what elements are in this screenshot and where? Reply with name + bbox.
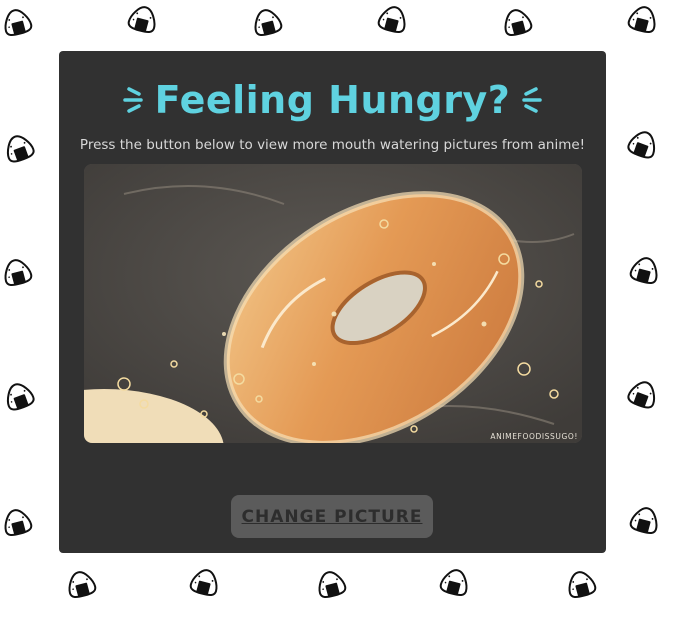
onigiri-icon xyxy=(627,503,663,538)
onigiri-icon xyxy=(625,2,661,37)
onigiri-icon xyxy=(313,567,349,602)
food-picture: ANIMEFOODISSUGO! xyxy=(84,164,582,443)
onigiri-icon xyxy=(624,376,662,413)
onigiri-icon xyxy=(627,253,663,288)
onigiri-icon xyxy=(125,2,161,37)
onigiri-icon xyxy=(0,505,35,540)
onigiri-icon xyxy=(437,565,473,600)
page-title: Feeling Hungry? xyxy=(154,78,511,122)
onigiri-icon xyxy=(499,5,535,40)
onigiri-icon xyxy=(63,567,99,602)
onigiri-icon xyxy=(375,2,411,37)
change-picture-button[interactable]: CHANGE PICTURE xyxy=(231,495,433,538)
onigiri-icon xyxy=(0,255,35,290)
sparkle-icon xyxy=(522,87,543,113)
intro-text: Press the button below to view more mout… xyxy=(79,137,586,153)
onigiri-icon xyxy=(0,130,38,167)
onigiri-icon xyxy=(0,378,38,415)
sparkle-icon xyxy=(122,87,143,113)
image-watermark: ANIMEFOODISSUGO! xyxy=(490,432,578,441)
onigiri-icon xyxy=(249,5,285,40)
onigiri-icon xyxy=(187,565,223,600)
header: Feeling Hungry? xyxy=(59,71,606,129)
main-card: Feeling Hungry? Press the button below t… xyxy=(59,51,606,553)
onigiri-icon xyxy=(563,567,599,602)
onigiri-icon xyxy=(0,5,35,40)
onigiri-icon xyxy=(624,126,662,163)
